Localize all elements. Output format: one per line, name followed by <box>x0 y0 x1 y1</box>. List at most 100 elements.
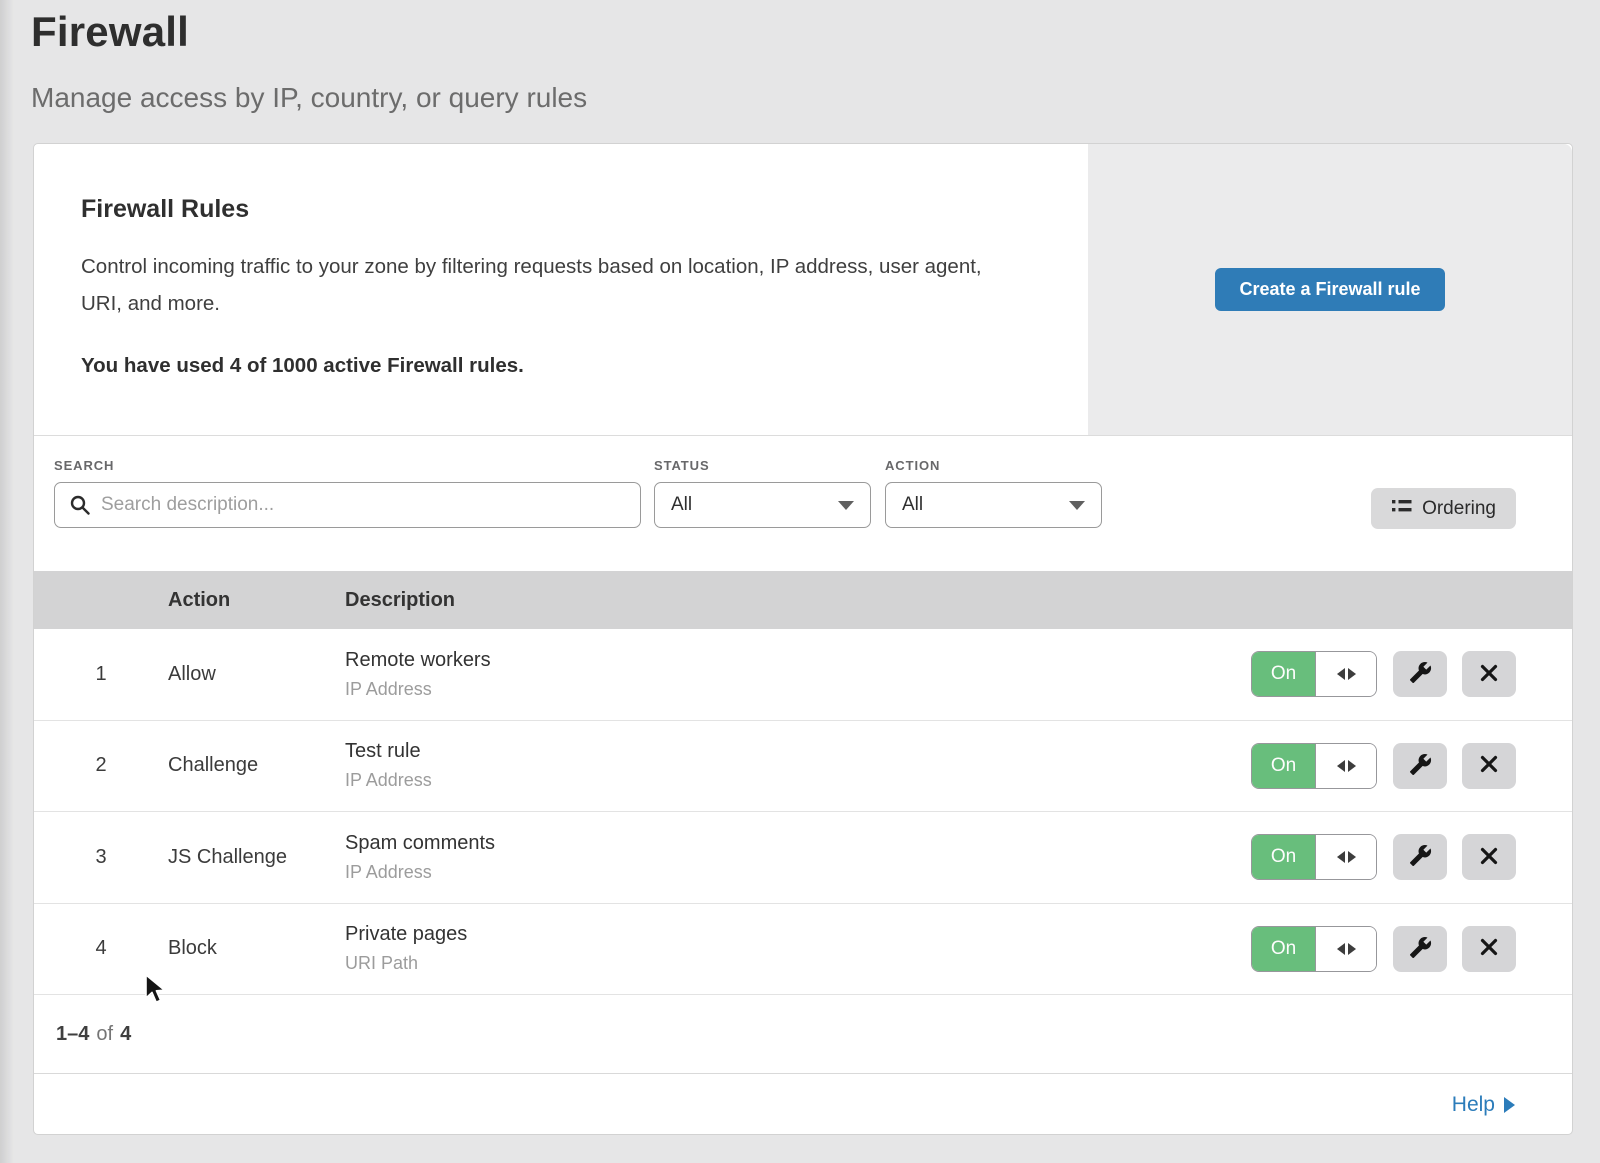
edit-rule-button[interactable] <box>1393 743 1447 789</box>
close-icon <box>1480 755 1498 776</box>
delete-rule-button[interactable] <box>1462 834 1516 880</box>
wrench-icon <box>1409 936 1432 962</box>
close-icon <box>1480 847 1498 868</box>
help-link-label: Help <box>1452 1093 1495 1117</box>
toggle-on-segment[interactable]: On <box>1252 927 1315 971</box>
ordering-button-label: Ordering <box>1422 498 1496 520</box>
rule-controls: On <box>1251 926 1516 972</box>
toggle-arrows-segment[interactable] <box>1315 835 1376 879</box>
edit-rule-button[interactable] <box>1393 834 1447 880</box>
status-select[interactable]: All <box>654 482 871 528</box>
rule-description-cell: Remote workers IP Address <box>345 649 1251 700</box>
toggle-arrows-segment[interactable] <box>1315 652 1376 696</box>
close-icon <box>1480 664 1498 685</box>
firewall-rules-card-text: Firewall Rules Control incoming traffic … <box>34 144 1044 378</box>
rule-enabled-toggle[interactable]: On <box>1251 834 1377 880</box>
toggle-arrows-segment[interactable] <box>1315 927 1376 971</box>
search-field-wrap <box>54 482 641 528</box>
rule-action: Allow <box>168 663 345 686</box>
help-link[interactable]: Help <box>1452 1093 1515 1117</box>
edit-rule-button[interactable] <box>1393 926 1447 972</box>
action-column-header: Action <box>168 589 345 612</box>
create-firewall-rule-button[interactable]: Create a Firewall rule <box>1215 268 1444 311</box>
rule-enabled-toggle[interactable]: On <box>1251 651 1377 697</box>
rule-controls: On <box>1251 834 1516 880</box>
card-usage-count: You have used 4 of 1000 active Firewall … <box>81 354 1044 378</box>
rule-description: Test rule <box>345 740 1251 763</box>
card-heading: Firewall Rules <box>81 195 1044 224</box>
wrench-icon <box>1409 753 1432 779</box>
rule-priority: 3 <box>34 846 168 869</box>
ordering-button[interactable]: Ordering <box>1371 488 1516 529</box>
action-filter: ACTION All <box>885 458 1102 528</box>
toggle-on-segment[interactable]: On <box>1252 744 1315 788</box>
action-label: ACTION <box>885 458 1102 473</box>
rule-action: Challenge <box>168 754 345 777</box>
rule-match-field: URI Path <box>345 953 1251 974</box>
pagination-of: of <box>96 1023 113 1046</box>
chevron-down-icon <box>1069 501 1085 510</box>
action-select[interactable]: All <box>885 482 1102 528</box>
rule-description-cell: Spam comments IP Address <box>345 832 1251 883</box>
toggle-on-segment[interactable]: On <box>1252 835 1315 879</box>
delete-rule-button[interactable] <box>1462 926 1516 972</box>
search-icon <box>69 494 91 521</box>
arrow-left-icon <box>1337 943 1345 955</box>
rule-enabled-toggle[interactable]: On <box>1251 926 1377 972</box>
toggle-on-segment[interactable]: On <box>1252 652 1315 696</box>
delete-rule-button[interactable] <box>1462 743 1516 789</box>
create-rule-panel: Create a Firewall rule <box>1088 144 1572 435</box>
rule-description-cell: Private pages URI Path <box>345 923 1251 974</box>
rule-priority: 2 <box>34 754 168 777</box>
arrow-right-icon <box>1348 668 1356 680</box>
rule-description-cell: Test rule IP Address <box>345 740 1251 791</box>
wrench-icon <box>1409 844 1432 870</box>
rule-priority: 1 <box>34 663 168 686</box>
close-icon <box>1480 938 1498 959</box>
table-header: Action Description <box>34 571 1572 629</box>
table-row: 3 JS Challenge Spam comments IP Address … <box>34 812 1572 904</box>
edit-rule-button[interactable] <box>1393 651 1447 697</box>
table-row: 4 Block Private pages URI Path On <box>34 904 1572 996</box>
arrow-left-icon <box>1337 668 1345 680</box>
rule-controls: On <box>1251 743 1516 789</box>
arrow-right-icon <box>1348 851 1356 863</box>
rule-description: Private pages <box>345 923 1251 946</box>
rule-action: Block <box>168 937 345 960</box>
search-input[interactable] <box>54 482 641 528</box>
rule-description: Remote workers <box>345 649 1251 672</box>
rule-enabled-toggle[interactable]: On <box>1251 743 1377 789</box>
search-label: SEARCH <box>54 458 641 473</box>
pagination-range: 1–4 <box>56 1023 89 1046</box>
page-header: Firewall Manage access by IP, country, o… <box>0 0 1600 114</box>
arrow-left-icon <box>1337 851 1345 863</box>
page-subtitle: Manage access by IP, country, or query r… <box>31 82 1600 114</box>
description-column-header: Description <box>345 589 1572 612</box>
page-title: Firewall <box>31 8 1600 56</box>
arrow-left-icon <box>1337 760 1345 772</box>
pagination-total: 4 <box>120 1023 131 1046</box>
table-row: 2 Challenge Test rule IP Address On <box>34 721 1572 813</box>
ordering-list-icon <box>1391 497 1412 521</box>
firewall-panel: Firewall Rules Control incoming traffic … <box>33 143 1573 1135</box>
arrow-right-icon <box>1348 943 1356 955</box>
filter-bar: SEARCH STATUS All ACTION All <box>34 436 1572 571</box>
search-filter: SEARCH <box>54 458 641 528</box>
status-select-value: All <box>671 494 692 516</box>
rule-action: JS Challenge <box>168 846 345 869</box>
pagination: 1–4 of 4 <box>34 995 1572 1074</box>
rule-match-field: IP Address <box>345 862 1251 883</box>
delete-rule-button[interactable] <box>1462 651 1516 697</box>
table-row: 1 Allow Remote workers IP Address On <box>34 629 1572 721</box>
rule-match-field: IP Address <box>345 770 1251 791</box>
toggle-arrows-segment[interactable] <box>1315 744 1376 788</box>
chevron-down-icon <box>838 501 854 510</box>
card-description: Control incoming traffic to your zone by… <box>81 248 1026 322</box>
arrow-right-icon <box>1348 760 1356 772</box>
rule-match-field: IP Address <box>345 679 1251 700</box>
rule-description: Spam comments <box>345 832 1251 855</box>
arrow-right-icon <box>1504 1097 1515 1113</box>
rule-controls: On <box>1251 651 1516 697</box>
firewall-rules-card: Firewall Rules Control incoming traffic … <box>34 144 1572 436</box>
action-select-value: All <box>902 494 923 516</box>
